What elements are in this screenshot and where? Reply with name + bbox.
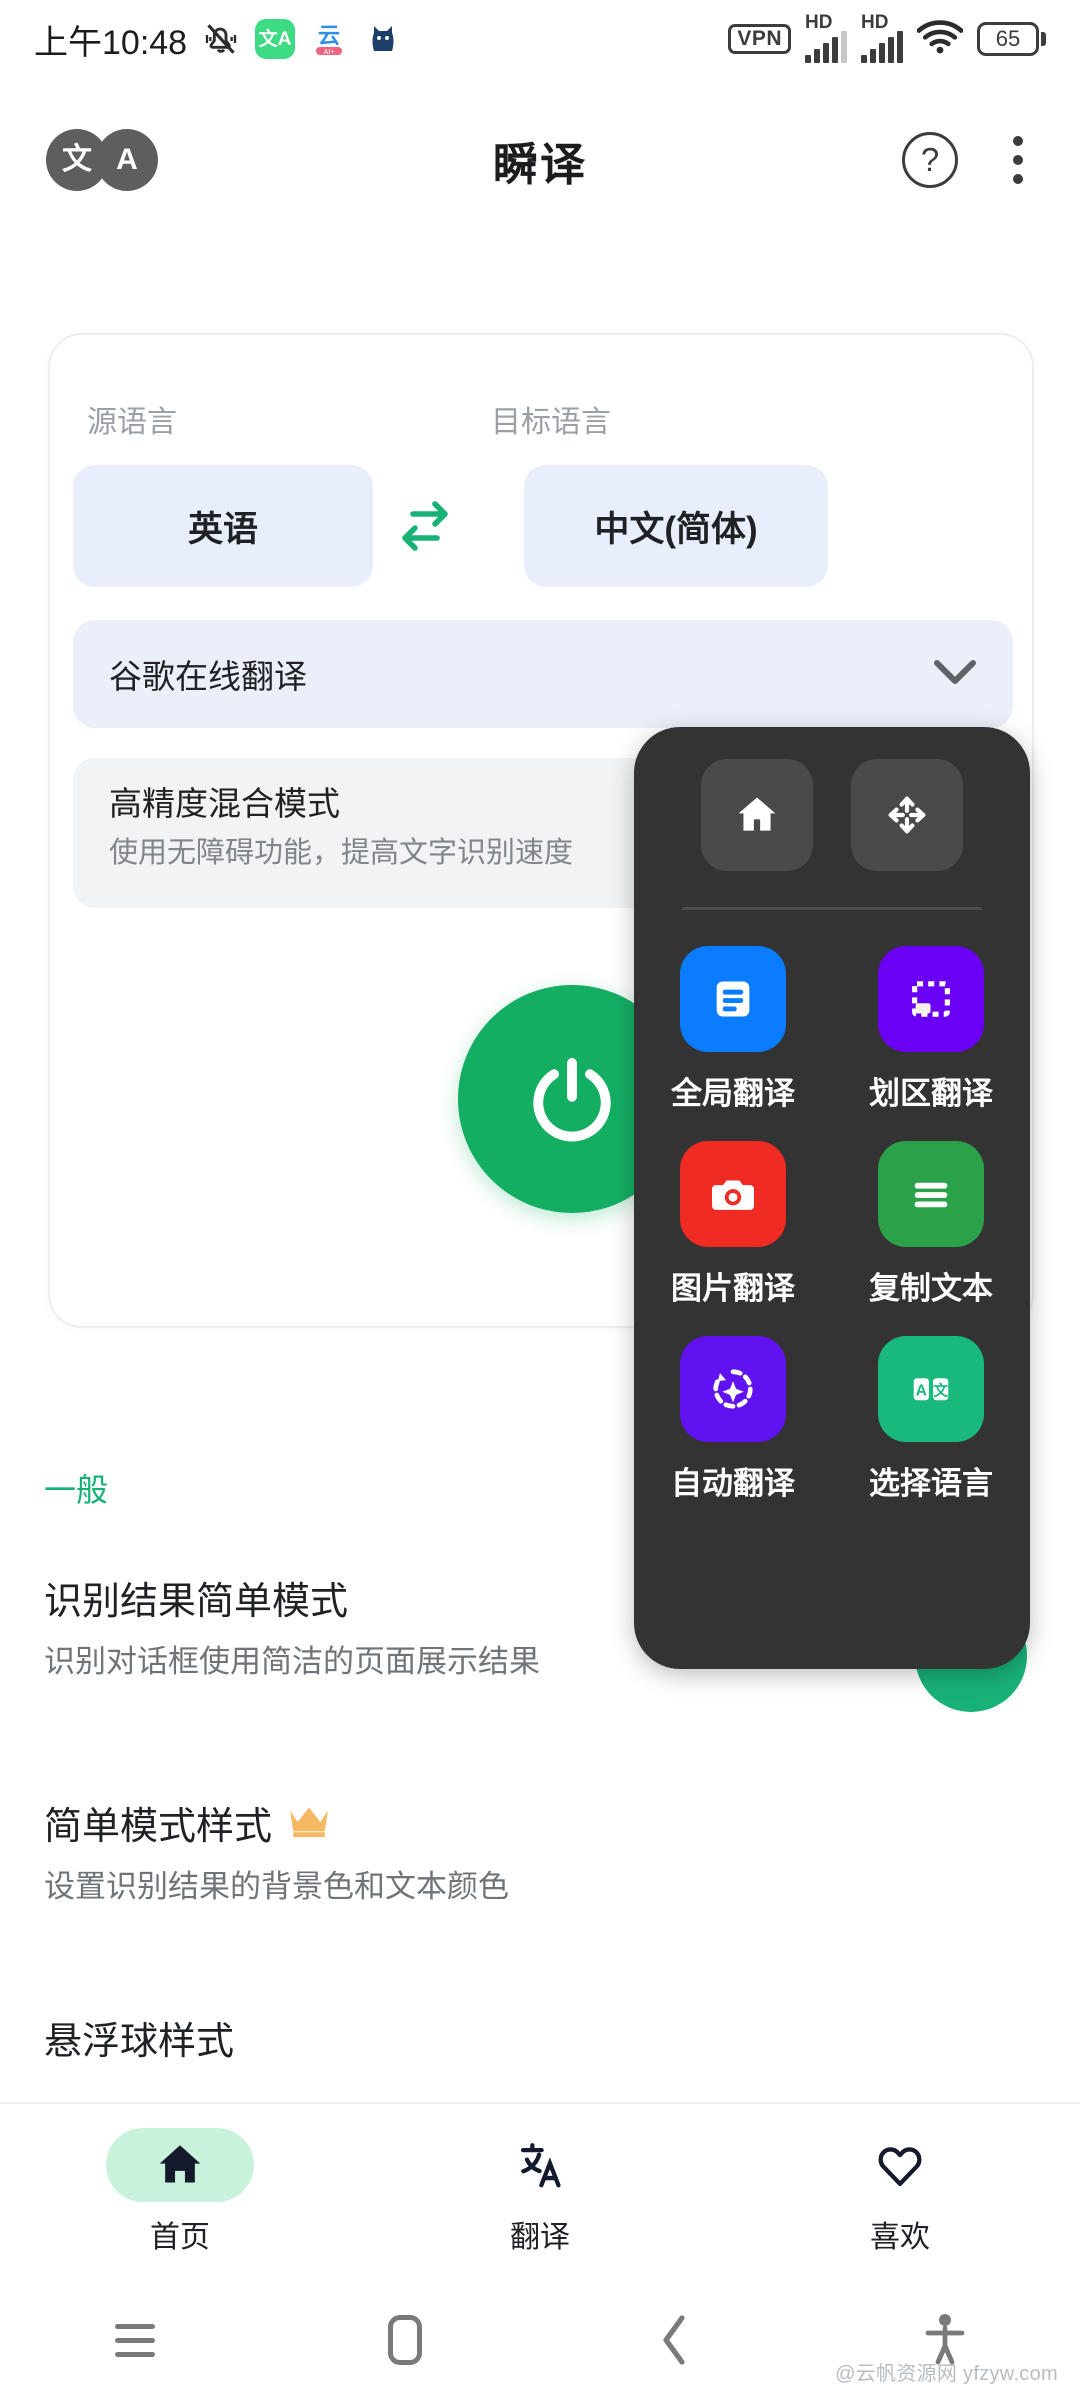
nav-label: 首页 <box>150 2221 210 2254</box>
setting-title-text: 悬浮球样式 <box>44 2021 235 2063</box>
action-select-language[interactable]: A 文 选择语言 <box>843 1336 1019 1503</box>
nav-item-home[interactable]: 首页 <box>0 2104 360 2280</box>
status-time: 上午10:48 <box>34 23 188 62</box>
language-ab-icon: A 文 <box>878 1336 984 1442</box>
help-icon-glyph: ? <box>920 141 940 178</box>
kebab-menu-icon[interactable] <box>1002 130 1034 190</box>
setting-row-floating-ball-style[interactable]: 悬浮球样式 <box>44 2018 1004 2067</box>
home-icon <box>106 2128 254 2202</box>
target-language-label: 目标语言 <box>491 406 611 439</box>
battery-shell: 65 <box>977 22 1039 56</box>
floating-panel-controls <box>634 759 1030 871</box>
cat-app-icon <box>363 19 404 59</box>
nav-item-favorites[interactable]: 喜欢 <box>720 2104 1080 2280</box>
home-icon[interactable] <box>701 759 813 871</box>
battery-level: 65 <box>995 26 1021 51</box>
floating-action-panel: 全局翻译 划区翻译 图片翻译 复制文本 自动翻译 A 文 选择语言 <box>634 727 1030 1669</box>
action-image-translate[interactable]: 图片翻译 <box>645 1141 821 1308</box>
app-logo-glyph-right: A <box>116 143 138 176</box>
vpn-indicator: VPN <box>728 24 791 54</box>
action-auto-translate[interactable]: 自动翻译 <box>645 1336 821 1503</box>
bottom-navigation: 首页 翻译 喜欢 <box>0 2102 1080 2280</box>
setting-title: 悬浮球样式 <box>44 2018 1004 2067</box>
signal-indicator-2: HD <box>861 12 903 63</box>
setting-title: 简单模式样式 <box>44 1803 1004 1852</box>
action-global-translate[interactable]: 全局翻译 <box>645 946 821 1113</box>
auto-refresh-sparkle-icon <box>680 1336 786 1442</box>
dashed-selection-icon <box>878 946 984 1052</box>
engine-selector[interactable]: 谷歌在线翻译 <box>73 620 1013 728</box>
battery-indicator: 65 <box>977 22 1046 56</box>
setting-row-simple-mode-style[interactable]: 简单模式样式 设置识别结果的背景色和文本颜色 <box>44 1803 1004 1908</box>
floating-panel-actions: 全局翻译 划区翻译 图片翻译 复制文本 自动翻译 A 文 选择语言 <box>634 946 1030 1503</box>
document-lines-icon <box>680 946 786 1052</box>
app-logo-glyph-left: 文 <box>62 143 92 176</box>
setting-title-text: 简单模式样式 <box>44 1806 273 1848</box>
signal-indicator-1: HD <box>805 12 847 63</box>
svg-text:A: A <box>916 1383 927 1400</box>
hd-label-1: HD <box>805 12 833 33</box>
camera-icon <box>680 1141 786 1247</box>
language-selector-row: 英语 中文(简体) <box>50 465 1032 587</box>
nav-label: 喜欢 <box>870 2221 930 2254</box>
source-language-label: 源语言 <box>87 406 177 439</box>
language-labels: 源语言 目标语言 <box>50 397 1032 441</box>
text-lines-icon <box>878 1141 984 1247</box>
action-label: 图片翻译 <box>671 1271 795 1306</box>
action-label: 选择语言 <box>869 1466 993 1501</box>
translate-app-icon: 文A <box>255 19 296 59</box>
status-bar: 上午10:48 文A 云 AI+ VPN HD HD 65 <box>0 0 1080 78</box>
crown-icon <box>286 1803 332 1852</box>
app-logo-circle-right: A <box>96 129 158 191</box>
translate-app-icon-glyph: 文A <box>258 28 292 50</box>
app-bar: 文 A 瞬译 ? <box>0 105 1080 215</box>
action-label: 自动翻译 <box>671 1466 795 1501</box>
setting-title-text: 识别结果简单模式 <box>44 1581 349 1623</box>
nav-item-translate[interactable]: 翻译 <box>360 2104 720 2280</box>
action-label: 全局翻译 <box>671 1076 795 1111</box>
settings-section-title: 一般 <box>44 1472 109 1508</box>
action-label: 划区翻译 <box>869 1076 993 1111</box>
move-icon[interactable] <box>851 759 963 871</box>
status-bar-right: VPN HD HD 65 <box>728 12 1046 63</box>
yun-app-icon: 云 AI+ <box>309 19 350 59</box>
recents-icon[interactable] <box>0 2323 270 2357</box>
home-icon[interactable] <box>270 2315 540 2365</box>
action-copy-text[interactable]: 复制文本 <box>843 1141 1019 1308</box>
target-language-button[interactable]: 中文(简体) <box>524 465 828 587</box>
heart-icon <box>826 2128 974 2202</box>
source-language-button[interactable]: 英语 <box>73 465 373 587</box>
bell-muted-icon <box>201 19 241 59</box>
phone-screen: 上午10:48 文A 云 AI+ VPN HD HD 65 文 A 瞬译 ? 源… <box>0 0 1080 2400</box>
signal-bars-1 <box>805 31 847 63</box>
status-bar-left: 上午10:48 文A 云 AI+ <box>34 15 404 64</box>
action-area-translate[interactable]: 划区翻译 <box>843 946 1019 1113</box>
battery-nub <box>1041 32 1046 46</box>
svg-text:文: 文 <box>933 1382 948 1400</box>
setting-subtitle: 设置识别结果的背景色和文本颜色 <box>44 1869 509 1905</box>
wifi-icon <box>916 19 964 60</box>
svg-text:云: 云 <box>318 23 340 48</box>
watermark: @云帆资源网 yfzyw.com <box>835 2363 1058 2385</box>
action-label: 复制文本 <box>869 1271 993 1306</box>
hd-label-2: HD <box>861 12 889 33</box>
nav-label: 翻译 <box>510 2221 570 2254</box>
back-icon[interactable] <box>540 2314 810 2366</box>
app-logo[interactable]: 文 A <box>46 129 158 191</box>
swap-arrows-icon[interactable] <box>373 498 477 554</box>
app-bar-actions: ? <box>902 130 1034 190</box>
svg-text:AI+: AI+ <box>324 49 335 56</box>
signal-bars-2 <box>861 31 903 63</box>
floating-panel-divider <box>682 907 982 910</box>
engine-name: 谷歌在线翻译 <box>109 658 307 695</box>
translate-icon <box>466 2128 614 2202</box>
chevron-down-icon[interactable] <box>933 657 977 692</box>
help-icon[interactable]: ? <box>902 132 958 188</box>
